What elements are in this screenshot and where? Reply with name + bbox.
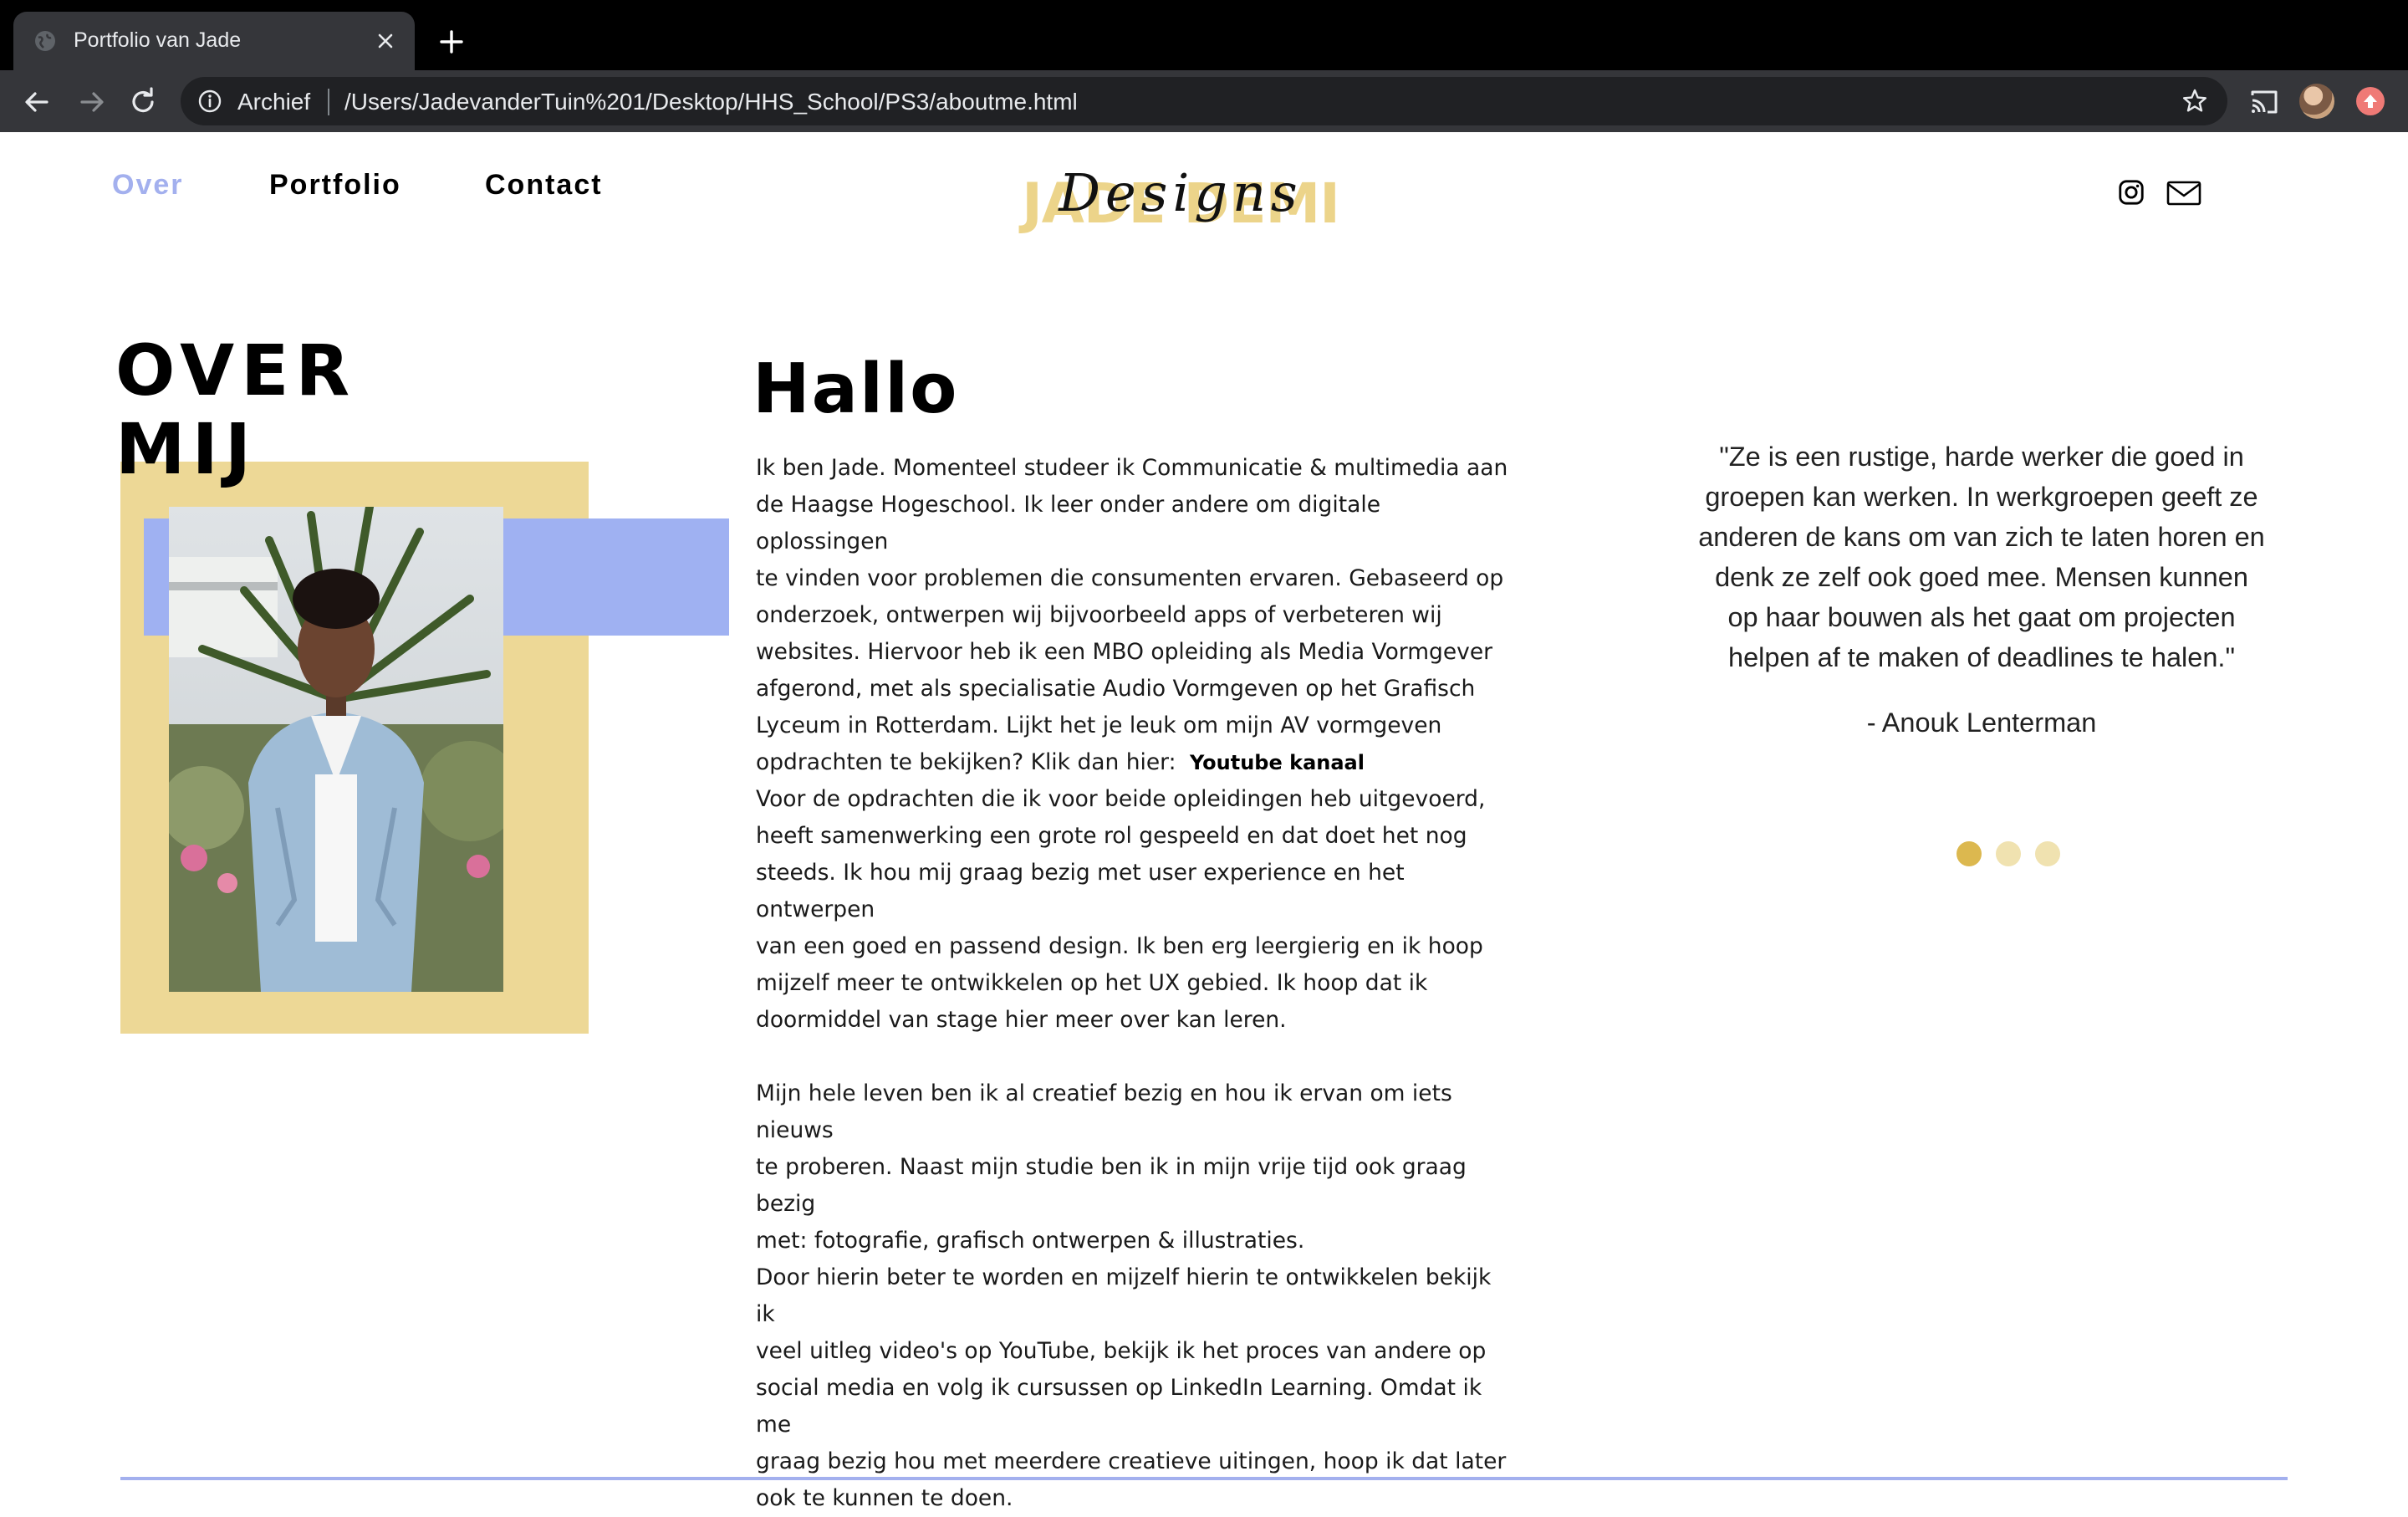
bio-line: ook te kunnen te doen. <box>756 1485 1013 1511</box>
bio-line: afgerond, met als specialisatie Audio Vo… <box>756 676 1476 702</box>
bio-text: Ik ben Jade. Momenteel studeer ik Commun… <box>756 450 1517 1517</box>
star-icon[interactable] <box>2181 87 2209 115</box>
quote-line: denk ze zelf ook goed mee. Mensen kunnen <box>1715 562 2248 592</box>
page-info-label[interactable]: Archief <box>237 89 310 115</box>
svg-text:Designs: Designs <box>1058 162 1302 223</box>
nav-link-portfolio[interactable]: Portfolio <box>269 169 401 202</box>
page-title-line-2: MIJ <box>115 408 258 490</box>
nav-link-contact[interactable]: Contact <box>485 169 603 202</box>
update-icon[interactable] <box>2356 87 2385 115</box>
instagram-icon[interactable] <box>2117 177 2145 207</box>
bio-line: heeft samenwerking een grote rol gespeel… <box>756 823 1467 849</box>
profile-photo <box>169 507 503 992</box>
bio-line: onderzoek, ontwerpen wij bijvoorbeeld ap… <box>756 602 1442 628</box>
bio-line: Door hierin beter te worden en mijzelf h… <box>756 1264 1492 1327</box>
quote-line: op haar bouwen als het gaat om projecten <box>1727 602 2236 632</box>
bio-line: met: fotografie, grafisch ontwerpen & il… <box>756 1228 1305 1254</box>
bio-line: mijzelf meer te ontwikkelen op het UX ge… <box>756 970 1428 996</box>
quote-line: anderen de kans om van zich te laten hor… <box>1698 522 2265 552</box>
testimonial-author: - Anouk Lenterman <box>1866 707 2097 738</box>
youtube-channel-link[interactable]: Youtube kanaal <box>1190 751 1365 774</box>
bio-line: graag bezig hou met meerdere creatieve u… <box>756 1448 1507 1474</box>
bio-line: de Haagse Hogeschool. Ik leer onder ande… <box>756 492 1381 554</box>
omnibox-divider <box>328 89 329 115</box>
tab-title: Portfolio van Jade <box>74 28 242 52</box>
footer-divider <box>120 1477 2288 1480</box>
nav-link-over[interactable]: Over <box>112 169 184 202</box>
reload-icon[interactable] <box>127 85 161 119</box>
bio-line: doormiddel van stage hier meer over kan … <box>756 1007 1287 1033</box>
bio-line: websites. Hiervoor heb ik een MBO opleid… <box>756 639 1493 665</box>
bio-line-text: opdrachten te bekijken? Klik dan hier: <box>756 749 1176 775</box>
page-content: Over Portfolio Contact JADE DEMI Designs… <box>0 132 2408 1511</box>
bio-line: steeds. Ik hou mij graag bezig met user … <box>756 860 1405 922</box>
close-icon[interactable] <box>373 28 398 54</box>
globe-icon <box>35 31 55 51</box>
info-icon[interactable] <box>197 89 222 114</box>
profile-avatar[interactable] <box>2299 84 2334 119</box>
browser-tab[interactable]: Portfolio van Jade <box>13 12 415 70</box>
quote-line: helpen af te maken of deadlines te halen… <box>1728 642 2235 672</box>
bio-line: opdrachten te bekijken? Klik dan hier: Y… <box>756 744 1517 781</box>
bio-line: van een goed en passend design. Ik ben e… <box>756 933 1483 959</box>
bio-line: Ik ben Jade. Momenteel studeer ik Commun… <box>756 455 1508 481</box>
forward-arrow-icon[interactable] <box>75 85 109 119</box>
slider-dot-2[interactable] <box>1996 841 2021 866</box>
section-heading: Hallo <box>752 350 959 429</box>
slider-dot-1[interactable] <box>1956 841 1982 866</box>
quote-line: "Ze is een rustige, harde werker die goe… <box>1719 442 2244 472</box>
browser-tab-bar: Portfolio van Jade <box>0 0 2408 70</box>
page-title-line-1: OVER <box>115 329 357 411</box>
bio-line: veel uitleg video's op YouTube, bekijk i… <box>756 1338 1487 1364</box>
plus-icon[interactable] <box>435 25 468 59</box>
cast-icon[interactable] <box>2247 85 2281 119</box>
arrow-up-icon <box>2364 94 2377 108</box>
page-title: OVER MIJ <box>115 331 356 488</box>
quote-line: groepen kan werken. In werkgroepen geeft… <box>1705 482 2258 512</box>
bio-line: te proberen. Naast mijn studie ben ik in… <box>756 1154 1467 1217</box>
mail-icon[interactable] <box>2166 177 2202 207</box>
bio-line: Mijn hele leven ben ik al creatief bezig… <box>756 1080 1452 1143</box>
bio-line: te vinden voor problemen die consumenten… <box>756 565 1504 591</box>
address-bar[interactable]: Archief /Users/JadevanderTuin%201/Deskto… <box>181 77 2227 125</box>
testimonial-quote: "Ze is een rustige, harde werker die goe… <box>1689 437 2274 677</box>
slider-dot-3[interactable] <box>2035 841 2060 866</box>
back-arrow-icon[interactable] <box>20 85 54 119</box>
bio-line: Lyceum in Rotterdam. Lijkt het je leuk o… <box>756 713 1442 738</box>
url-text[interactable]: /Users/JadevanderTuin%201/Desktop/HHS_Sc… <box>344 89 1078 115</box>
browser-toolbar: Archief /Users/JadevanderTuin%201/Deskto… <box>0 70 2408 132</box>
bio-line: Voor de opdrachten die ik voor beide opl… <box>756 786 1486 812</box>
site-logo[interactable]: JADE DEMI Designs <box>1013 161 1348 236</box>
bio-line: social media en volg ik cursussen op Lin… <box>756 1375 1482 1438</box>
